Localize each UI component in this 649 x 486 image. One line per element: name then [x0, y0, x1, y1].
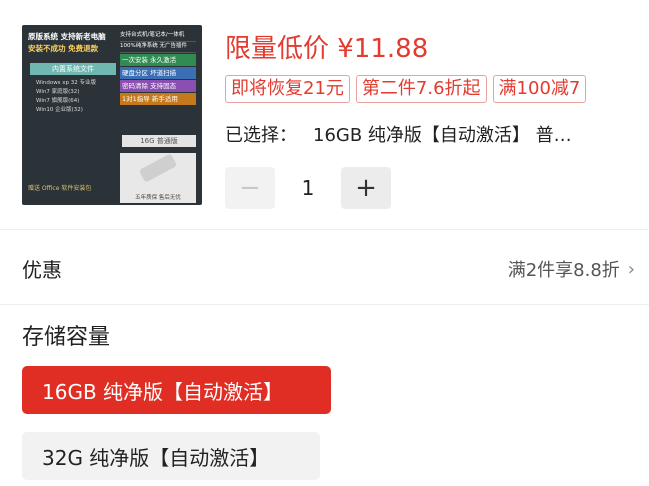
quantity-stepper: − 1 +: [225, 167, 391, 209]
discount-value: 满2件享8.8折: [507, 260, 620, 281]
storage-option-16gb[interactable]: 16GB 纯净版【自动激活】: [22, 366, 331, 414]
usb-drive-icon: [138, 153, 178, 183]
selected-label: 已选择：: [225, 125, 297, 146]
thumbnail-os-list: Windows xp 32 专业版 Win7 家庭版(32) Win7 旗舰版(…: [36, 80, 97, 113]
divider: [0, 229, 649, 230]
thumbnail-pill: 内置系统文件: [30, 63, 116, 75]
discount-label: 优惠: [22, 258, 62, 282]
decrease-button[interactable]: −: [225, 167, 275, 209]
product-sku-panel: 原版系统 支持新老电脑 安装不成功 免费退款 内置系统文件 Windows xp…: [0, 0, 649, 486]
increase-button[interactable]: +: [341, 167, 391, 209]
thumbnail-features: 支持台式机/笔记本/一体机 100%纯净系统 无广告插件 一次安装 永久激活 硬…: [120, 31, 196, 105]
price-label: 限量低价 ¥11.88: [225, 34, 429, 64]
thumbnail-capacity: 16G 普通版: [122, 135, 196, 147]
quantity-value[interactable]: 1: [275, 176, 341, 200]
usb-drive-image: 五年质保 售后无忧: [120, 153, 196, 203]
product-thumbnail[interactable]: 原版系统 支持新老电脑 安装不成功 免费退款 内置系统文件 Windows xp…: [22, 25, 202, 205]
thumbnail-banner: 原版系统 支持新老电脑 安装不成功 免费退款: [28, 32, 106, 53]
thumbnail-office: 赠送 Office 软件安装包: [28, 185, 92, 192]
promo-tag: 即将恢复21元: [225, 75, 350, 103]
storage-label: 存储容量: [22, 325, 111, 350]
promo-tags: 即将恢复21元 第二件7.6折起 满100减7: [225, 75, 587, 103]
discount-row[interactable]: 满2件享8.8折 ›: [508, 256, 635, 282]
selected-value: 16GB 纯净版【自动激活】 普…: [313, 125, 572, 146]
divider: [0, 304, 649, 305]
selected-sku: 已选择： 16GB 纯净版【自动激活】 普…: [225, 121, 635, 147]
promo-tag: 满100减7: [492, 75, 587, 103]
storage-option-32g[interactable]: 32G 纯净版【自动激活】: [22, 432, 320, 480]
chevron-right-icon: ›: [627, 258, 635, 280]
promo-tag: 第二件7.6折起: [355, 75, 487, 103]
